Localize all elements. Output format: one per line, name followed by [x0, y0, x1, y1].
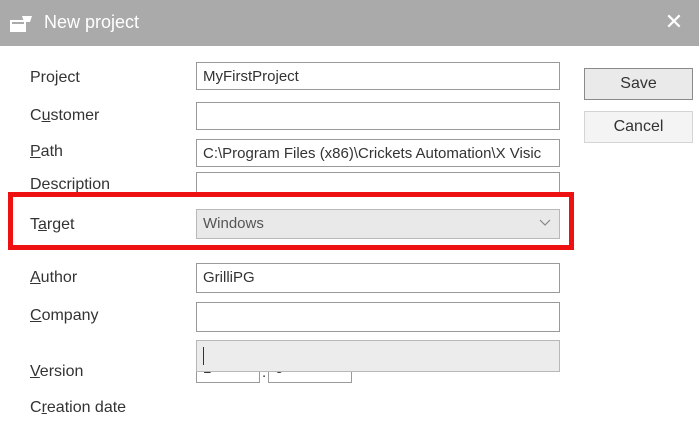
new-project-icon	[10, 16, 32, 32]
description-input[interactable]	[196, 172, 560, 194]
target-select[interactable]: Windows	[196, 209, 560, 239]
cancel-button[interactable]: Cancel	[584, 111, 693, 143]
target-label: Target	[30, 216, 75, 233]
customer-input[interactable]	[196, 102, 560, 130]
save-button[interactable]: Save	[584, 68, 693, 100]
text-caret	[203, 347, 204, 365]
version-label: Version	[30, 363, 84, 380]
company-input[interactable]	[196, 302, 560, 332]
window-title: New project	[44, 12, 140, 32]
project-label: Project	[30, 69, 80, 86]
author-label: Author	[30, 269, 78, 286]
description-label: Description	[30, 176, 111, 192]
title-bar: New project ✕	[0, 0, 699, 46]
project-name-input[interactable]: MyFirstProject	[196, 62, 560, 90]
close-icon[interactable]: ✕	[661, 9, 687, 35]
path-label: Path	[30, 143, 63, 160]
chevron-down-icon	[539, 219, 551, 226]
path-input[interactable]: C:\Program Files (x86)\Crickets Automati…	[196, 139, 560, 167]
author-input[interactable]: GrilliPG	[196, 263, 560, 293]
creation-date-label: Creation date	[30, 399, 127, 416]
customer-label: Customer	[30, 107, 100, 124]
company-label: Company	[30, 307, 99, 324]
creation-date-field	[196, 340, 560, 372]
target-selected-value: Windows	[203, 215, 264, 232]
